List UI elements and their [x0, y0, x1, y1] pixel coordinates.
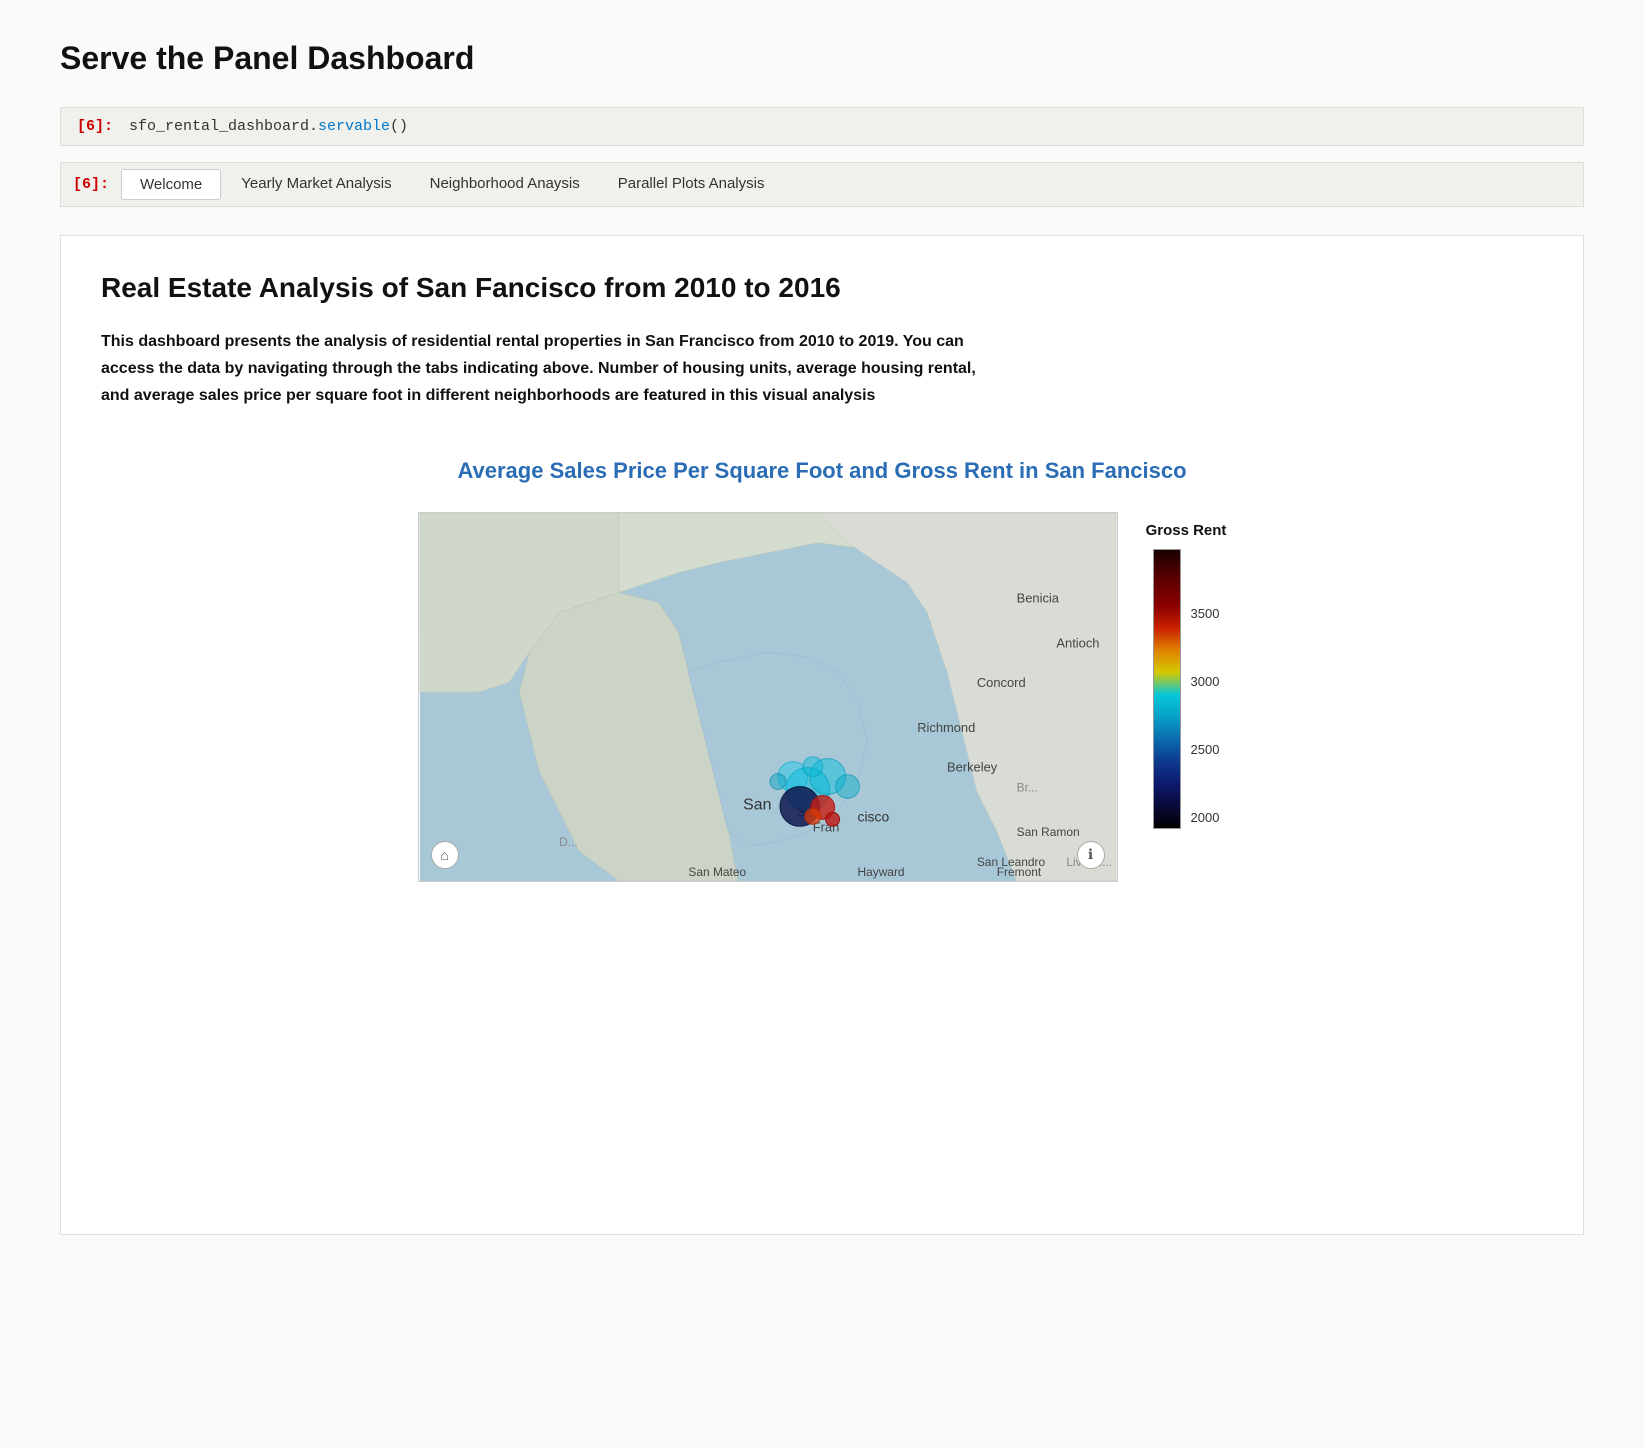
code-text: sfo_rental_dashboard.servable() — [129, 118, 408, 135]
svg-text:Berkeley: Berkeley — [947, 759, 998, 774]
main-heading: Real Estate Analysis of San Fancisco fro… — [101, 272, 1543, 304]
content-area: Real Estate Analysis of San Fancisco fro… — [60, 235, 1584, 1235]
page-title: Serve the Panel Dashboard — [60, 40, 1584, 77]
svg-text:cisco: cisco — [857, 808, 889, 824]
map-home-button[interactable]: ⌂ — [431, 841, 459, 869]
tabs-list: Welcome Yearly Market Analysis Neighborh… — [121, 163, 784, 206]
map-container: Benicia Antioch Concord Richmond Berkele… — [418, 512, 1118, 882]
svg-text:Antioch: Antioch — [1056, 635, 1099, 650]
legend-labels: 3500 3000 2500 2000 — [1191, 549, 1220, 829]
tabs-cell-label: [6]: — [61, 166, 121, 203]
svg-text:San Mateo: San Mateo — [688, 865, 746, 879]
svg-text:Br...: Br... — [1016, 780, 1037, 794]
tabs-container: [6]: Welcome Yearly Market Analysis Neig… — [60, 162, 1584, 207]
legend-value-2000: 2000 — [1191, 810, 1220, 825]
svg-text:Benicia: Benicia — [1016, 590, 1059, 605]
map-and-legend: Benicia Antioch Concord Richmond Berkele… — [101, 512, 1543, 882]
legend-color-bar — [1153, 549, 1181, 829]
tab-neighborhood-anaysis[interactable]: Neighborhood Anaysis — [412, 169, 598, 200]
code-cell: [6]: sfo_rental_dashboard.servable() — [60, 107, 1584, 146]
legend-container: Gross Rent 3500 3000 2500 2000 — [1146, 512, 1227, 829]
cell-label: [6]: — [77, 118, 117, 135]
map-info-button[interactable]: ℹ — [1077, 841, 1105, 869]
legend-value-3000: 3000 — [1191, 674, 1220, 689]
svg-text:San: San — [743, 796, 771, 813]
svg-text:Concord: Concord — [976, 675, 1025, 690]
legend-value-3500: 3500 — [1191, 606, 1220, 621]
svg-text:D...: D... — [559, 835, 578, 849]
svg-text:Hayward: Hayward — [857, 865, 904, 879]
svg-text:Fremont: Fremont — [996, 865, 1041, 879]
svg-text:San Ramon: San Ramon — [1016, 825, 1079, 839]
tab-welcome[interactable]: Welcome — [121, 169, 221, 200]
legend-value-2500: 2500 — [1191, 742, 1220, 757]
tab-yearly-market-analysis[interactable]: Yearly Market Analysis — [223, 169, 409, 200]
legend-title: Gross Rent — [1146, 522, 1227, 539]
svg-text:Richmond: Richmond — [917, 719, 975, 734]
map-svg: Benicia Antioch Concord Richmond Berkele… — [419, 513, 1117, 881]
map-section-title: Average Sales Price Per Square Foot and … — [101, 458, 1543, 484]
tab-parallel-plots-analysis[interactable]: Parallel Plots Analysis — [600, 169, 783, 200]
description-text: This dashboard presents the analysis of … — [101, 328, 1001, 410]
